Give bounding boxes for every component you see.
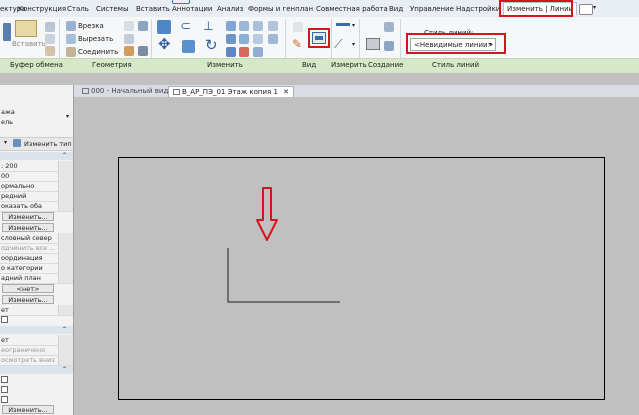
drawing-overlay	[227, 187, 340, 303]
model-lines[interactable]	[227, 248, 340, 303]
red-arrow-icon	[256, 187, 278, 241]
